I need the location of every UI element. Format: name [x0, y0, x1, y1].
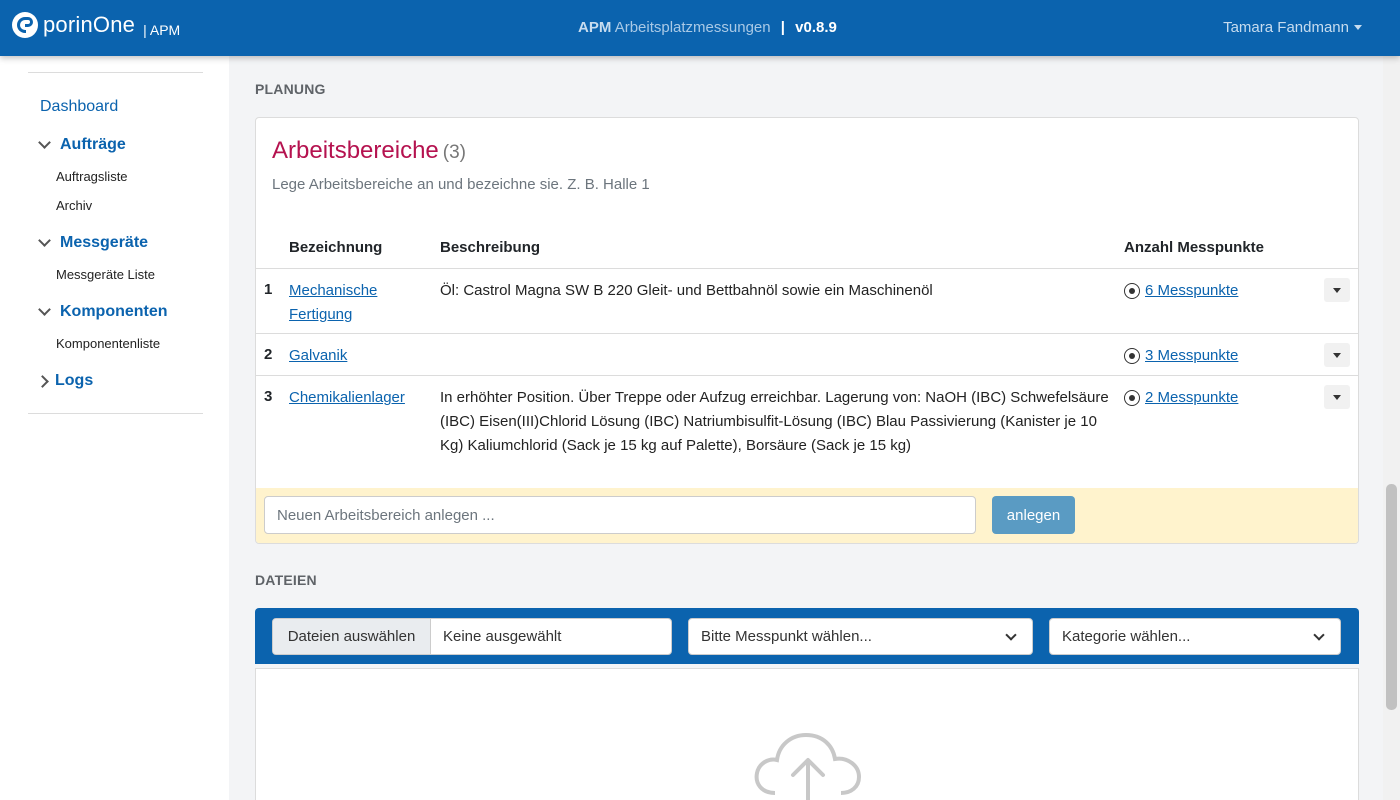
messpunkte-link[interactable]: 6 Messpunkte	[1124, 279, 1238, 303]
anlegen-button[interactable]: anlegen	[992, 496, 1075, 534]
sidebar-divider	[28, 72, 203, 73]
files-panel: Dateien auswählen Keine ausgewählt Bitte…	[255, 608, 1359, 800]
sidebar-group-label: Aufträge	[60, 136, 126, 153]
file-picker[interactable]: Dateien auswählen Keine ausgewählt	[272, 618, 672, 655]
messpunkte-label: 3 Messpunkte	[1145, 347, 1239, 364]
table-row: 2 Galvanik 3 Messpunkte	[256, 334, 1358, 376]
new-arbeitsbereich-row: anlegen	[256, 488, 1358, 543]
kategorie-select[interactable]: Kategorie wählen...	[1049, 618, 1341, 655]
target-icon	[1124, 348, 1140, 364]
porinone-logo-icon	[12, 12, 38, 38]
sidebar-divider	[28, 413, 203, 414]
brand-name: porinOne	[43, 12, 136, 37]
sidebar-item-messgeraete-liste[interactable]: Messgeräte Liste	[56, 267, 155, 282]
row-number: 3	[264, 388, 273, 405]
table-row: 3 Chemikalienlager In erhöhter Position.…	[256, 376, 1358, 488]
user-menu[interactable]: Tamara Fandmann	[1223, 19, 1362, 36]
kategorie-select-value: Kategorie wählen...	[1062, 628, 1191, 645]
messpunkte-label: 6 Messpunkte	[1145, 282, 1239, 299]
chevron-down-icon	[38, 234, 51, 247]
sidebar-group-label: Logs	[55, 372, 94, 389]
sidebar-group-label: Komponenten	[60, 303, 168, 320]
sidebar-group-komponenten[interactable]: Komponenten	[36, 303, 168, 321]
row-name-link[interactable]: Chemikalienlager	[289, 386, 429, 410]
target-icon	[1124, 283, 1140, 299]
card-count: (3)	[442, 142, 466, 163]
chevron-down-icon	[1313, 629, 1325, 641]
section-label-dateien: DATEIEN	[255, 572, 317, 588]
column-header-bezeichnung: Bezeichnung	[289, 239, 383, 256]
files-toolbar: Dateien auswählen Keine ausgewählt Bitte…	[255, 608, 1359, 664]
card-description: Lege Arbeitsbereiche an und bezeichne si…	[272, 176, 650, 193]
top-navbar: porinOne | APM APM Arbeitsplatzmessungen…	[0, 0, 1400, 56]
row-description: In erhöhter Position. Über Treppe oder A…	[440, 389, 1109, 454]
row-name-link[interactable]: Mechanische Fertigung	[289, 279, 429, 327]
app-title: APM Arbeitsplatzmessungen | v0.8.9	[578, 19, 837, 36]
brand[interactable]: porinOne | APM	[12, 12, 180, 38]
chevron-down-icon	[1005, 629, 1017, 641]
row-dropdown-button[interactable]	[1324, 278, 1350, 302]
page-scrollbar[interactable]	[1383, 56, 1400, 800]
chevron-down-icon	[38, 303, 51, 316]
sidebar-group-label: Messgeräte	[60, 234, 149, 251]
arbeitsbereiche-card: Arbeitsbereiche (3) Lege Arbeitsbereiche …	[255, 117, 1359, 544]
row-description: Öl: Castrol Magna SW B 220 Gleit- und Be…	[440, 282, 933, 299]
cloud-upload-icon	[754, 732, 862, 800]
sidebar: Dashboard Aufträge Auftragsliste Archiv …	[0, 56, 229, 800]
column-header-beschreibung: Beschreibung	[440, 239, 541, 256]
column-header-anzahl-messpunkte: Anzahl Messpunkte	[1124, 239, 1265, 256]
app-version: v0.8.9	[795, 19, 837, 36]
brand-subtitle: | APM	[143, 22, 181, 38]
user-name: Tamara Fandmann	[1223, 19, 1349, 36]
file-status: Keine ausgewählt	[443, 628, 562, 645]
messpunkte-link[interactable]: 3 Messpunkte	[1124, 344, 1238, 368]
row-name-link[interactable]: Galvanik	[289, 344, 429, 368]
file-dropzone[interactable]	[255, 668, 1359, 800]
card-title: Arbeitsbereiche (3)	[272, 137, 466, 165]
target-icon	[1124, 390, 1140, 406]
row-dropdown-button[interactable]	[1324, 385, 1350, 409]
row-number: 1	[264, 281, 273, 298]
section-label-planung: PLANUNG	[255, 81, 326, 97]
scrollbar-thumb[interactable]	[1386, 484, 1397, 710]
row-number: 2	[264, 346, 273, 363]
row-dropdown-button[interactable]	[1324, 343, 1350, 367]
sidebar-item-archiv[interactable]: Archiv	[56, 198, 92, 213]
sidebar-group-auftraege[interactable]: Aufträge	[36, 136, 126, 154]
card-title-text: Arbeitsbereiche	[272, 137, 439, 164]
messpunkte-label: 2 Messpunkte	[1145, 389, 1239, 406]
chevron-right-icon	[36, 374, 49, 388]
messpunkt-select-value: Bitte Messpunkt wählen...	[701, 628, 872, 645]
messpunkt-select[interactable]: Bitte Messpunkt wählen...	[688, 618, 1033, 655]
chevron-down-icon	[38, 136, 51, 149]
app-short-name: APM	[578, 19, 612, 36]
table-header: Bezeichnung Beschreibung Anzahl Messpunk…	[256, 233, 1358, 269]
title-separator: |	[780, 19, 785, 36]
new-arbeitsbereich-input[interactable]	[264, 496, 976, 534]
sidebar-item-auftragsliste[interactable]: Auftragsliste	[56, 169, 128, 184]
sidebar-item-komponentenliste[interactable]: Komponentenliste	[56, 336, 160, 351]
sidebar-item-dashboard[interactable]: Dashboard	[40, 98, 118, 116]
table-row: 1 Mechanische Fertigung Öl: Castrol Magn…	[256, 269, 1358, 334]
sidebar-group-logs[interactable]: Logs	[36, 372, 93, 390]
choose-files-button[interactable]: Dateien auswählen	[273, 619, 431, 654]
messpunkte-link[interactable]: 2 Messpunkte	[1124, 386, 1238, 410]
app-long-name: Arbeitsplatzmessungen	[614, 19, 771, 36]
sidebar-group-messgeraete[interactable]: Messgeräte	[36, 234, 148, 252]
caret-down-icon	[1354, 25, 1362, 30]
